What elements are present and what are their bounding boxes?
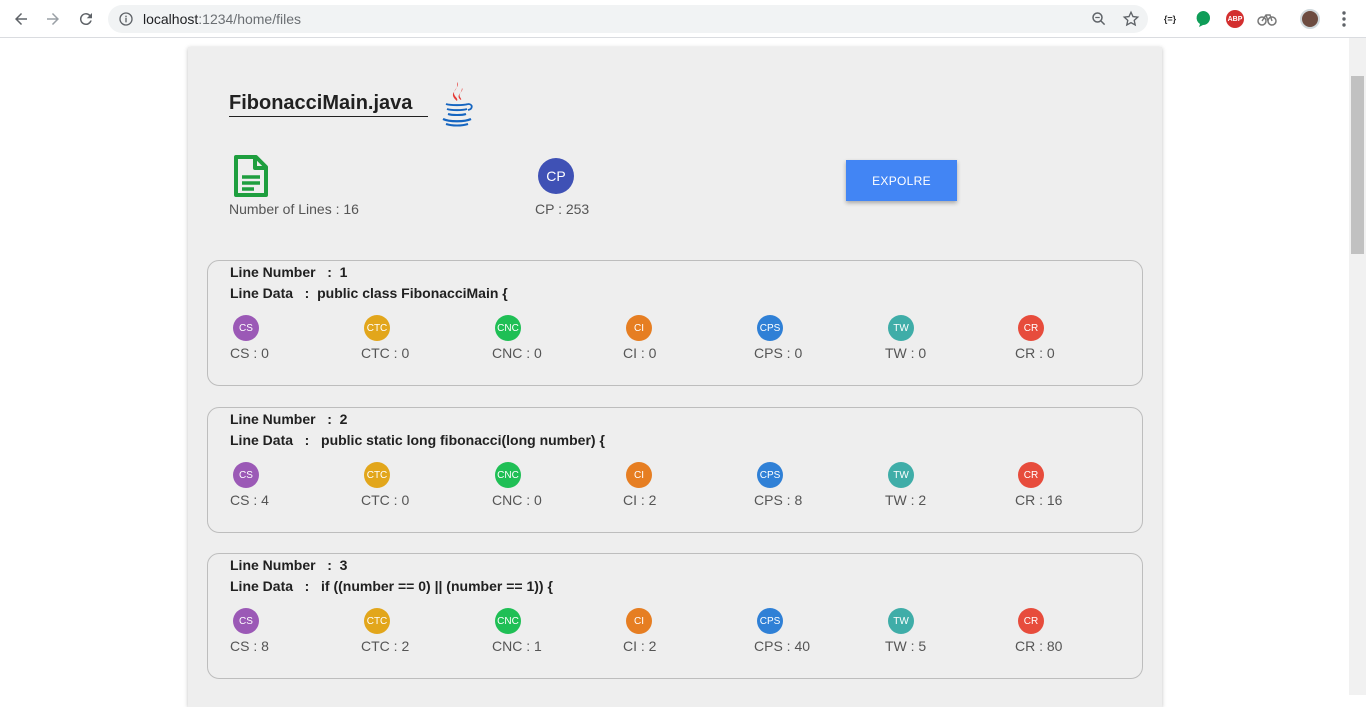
metric-value: CTC : 2 [361, 638, 410, 654]
adblock-icon[interactable]: ABP [1225, 9, 1245, 29]
scrollbar-thumb[interactable] [1351, 76, 1364, 254]
zoom-icon[interactable] [1090, 10, 1108, 33]
chat-extension-icon[interactable] [1193, 9, 1213, 29]
line-data-label: Line Data : public static long fibonacci… [230, 432, 605, 448]
metric-value: CS : 4 [230, 492, 269, 508]
line-data-label: Line Data : if ((number == 0) || (number… [230, 578, 553, 594]
metric-badge: CTC [364, 608, 390, 634]
explore-button[interactable]: EXPOLRE [846, 160, 957, 201]
cp-badge: CP [538, 158, 574, 194]
avatar-icon [1300, 9, 1320, 29]
adblock-label: ABP [1226, 10, 1244, 28]
metric-value: CTC : 0 [361, 345, 410, 361]
metric-badge: CNC [495, 462, 521, 488]
metric-badge: TW [888, 462, 914, 488]
metric-badge: TW [888, 608, 914, 634]
metric-value: CNC : 0 [492, 492, 542, 508]
metric-badge: CPS [757, 315, 783, 341]
line-entry: Line Number : 3 Line Data : if ((number =… [207, 553, 1143, 679]
file-analysis-card: FibonacciMain.java Number of Lines : 16 … [188, 47, 1162, 707]
line-number-label: Line Number : 2 [230, 411, 348, 427]
metric-value: TW : 0 [885, 345, 927, 361]
page-scrollbar[interactable] [1349, 38, 1366, 695]
metric-badge: CR [1018, 315, 1044, 341]
document-icon [233, 155, 269, 197]
metric-value: CS : 0 [230, 345, 269, 361]
browser-toolbar: localhost:1234/home/files {=} ABP [0, 0, 1366, 38]
metric-badge: CTC [364, 315, 390, 341]
metric-badge: CPS [757, 462, 783, 488]
menu-kebab-icon[interactable] [1334, 9, 1354, 29]
metric-value: CR : 16 [1015, 492, 1063, 508]
bike-extension-icon[interactable] [1257, 9, 1277, 29]
line-entry: Line Number : 1 Line Data : public class … [207, 260, 1143, 386]
back-icon[interactable] [11, 9, 31, 29]
metric-badge: CR [1018, 608, 1044, 634]
metric-value: CI : 2 [623, 492, 657, 508]
metric-badge: CS [233, 608, 259, 634]
metric-badge: CI [626, 608, 652, 634]
metric-value: CPS : 8 [754, 492, 803, 508]
metric-badge: CR [1018, 462, 1044, 488]
cp-total-label: CP : 253 [535, 201, 590, 217]
metric-badge: CI [626, 462, 652, 488]
metric-badge: CI [626, 315, 652, 341]
metric-badge: TW [888, 315, 914, 341]
metric-value: CI : 2 [623, 638, 657, 654]
metric-badge: CPS [757, 608, 783, 634]
metric-value: CNC : 0 [492, 345, 542, 361]
metric-badge: CTC [364, 462, 390, 488]
line-number-label: Line Number : 3 [230, 557, 348, 573]
metric-value: CTC : 0 [361, 492, 410, 508]
metric-value: CR : 80 [1015, 638, 1063, 654]
java-icon [437, 80, 477, 130]
metric-value: CS : 8 [230, 638, 269, 654]
metric-badge: CS [233, 315, 259, 341]
metric-value: TW : 5 [885, 638, 927, 654]
line-number-label: Line Number : 1 [230, 264, 348, 280]
metric-badge: CNC [495, 608, 521, 634]
file-title: FibonacciMain.java [229, 92, 428, 117]
metric-value: TW : 2 [885, 492, 927, 508]
profile-avatar[interactable] [1300, 9, 1320, 29]
info-icon[interactable] [118, 11, 134, 32]
line-entry: Line Number : 2 Line Data : public static… [207, 407, 1143, 533]
line-data-label: Line Data : public class FibonacciMain { [230, 285, 508, 301]
number-of-lines-label: Number of Lines : 16 [229, 201, 359, 217]
reload-icon[interactable] [76, 9, 96, 29]
address-bar[interactable]: localhost:1234/home/files [108, 5, 1148, 33]
json-extension-icon[interactable]: {=} [1160, 9, 1180, 29]
url-text: localhost:1234/home/files [143, 11, 301, 27]
metric-badge: CNC [495, 315, 521, 341]
metric-value: CR : 0 [1015, 345, 1055, 361]
metric-value: CI : 0 [623, 345, 657, 361]
metric-badge: CS [233, 462, 259, 488]
metric-value: CPS : 0 [754, 345, 803, 361]
metric-value: CNC : 1 [492, 638, 542, 654]
forward-icon[interactable] [43, 9, 63, 29]
metric-value: CPS : 40 [754, 638, 811, 654]
bookmark-star-icon[interactable] [1122, 10, 1140, 33]
